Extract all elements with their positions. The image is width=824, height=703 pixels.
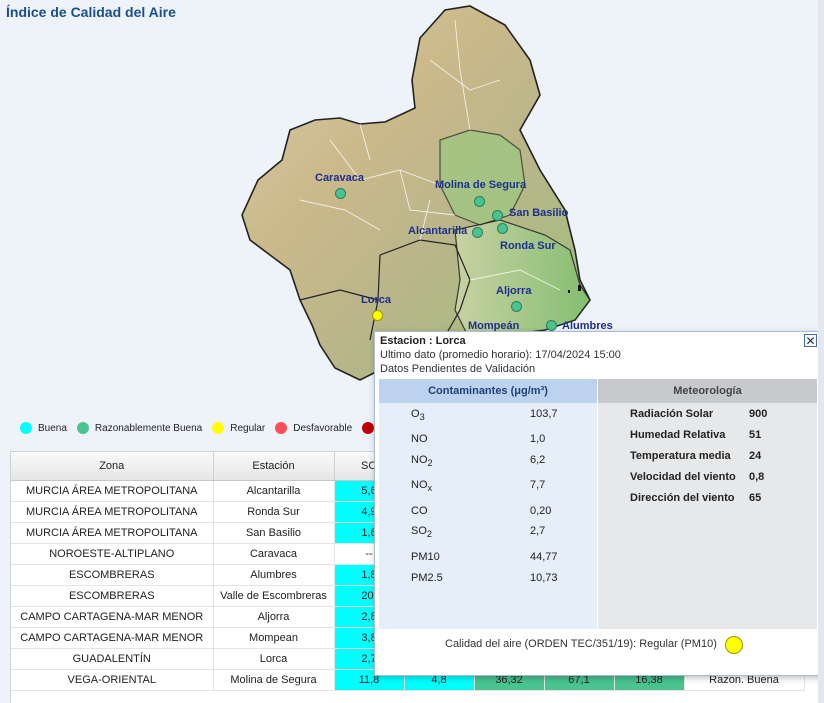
close-button[interactable]: ✕: [804, 334, 817, 347]
pollutant-name: NO2: [411, 454, 433, 469]
station-popup: Estacion : Lorca ✕ Ultimo dato (promedio…: [374, 331, 823, 676]
pollutant-name: O3: [411, 408, 425, 423]
pollutant-value: 1,0: [530, 433, 546, 445]
cell-estacion: Lorca: [213, 648, 335, 670]
cell-estacion: Valle de Escombreras: [213, 585, 335, 607]
legend: Buena Razonablemente Buena Regular Desfa…: [20, 418, 390, 438]
pollutant-name: PM2.5: [411, 572, 443, 584]
popup-station-title: Estacion : Lorca: [380, 335, 466, 347]
legend-item-razonablemente-buena: Razonablemente Buena: [76, 422, 203, 434]
pollutant-value: 6,2: [530, 454, 546, 466]
meteo-value: 0,8: [749, 471, 765, 483]
pollutant-name: PM10: [411, 551, 440, 563]
popup-last-data: Ultimo dato (promedio horario): 17/04/20…: [380, 349, 621, 361]
station-label-caravaca[interactable]: Caravaca: [315, 172, 364, 184]
station-marker-aljorra[interactable]: [511, 301, 522, 312]
legend-swatch-razonablemente-buena: [76, 422, 89, 434]
cell-zona: CAMPO CARTAGENA-MAR MENOR: [11, 627, 214, 649]
pollutant-name: CO: [411, 505, 428, 517]
cell-zona: NOROESTE-ALTIPLANO: [11, 543, 214, 565]
pollutant-value: 2,7: [530, 525, 546, 537]
station-label-ronda-sur[interactable]: Ronda Sur: [500, 240, 556, 252]
legend-swatch-desfavorable: [275, 422, 288, 434]
station-label-lorca[interactable]: Lorca: [361, 294, 391, 306]
station-label-aljorra[interactable]: Aljorra: [496, 285, 531, 297]
cell-zona: MURCIA ÁREA METROPOLITANA: [11, 480, 214, 502]
pollutant-value: 103,7: [530, 408, 558, 420]
air-quality-indicator: [725, 636, 743, 654]
pollutant-name: NOx: [411, 479, 433, 494]
meteo-value: 24: [749, 450, 762, 462]
popup-validation: Datos Pendientes de Validación: [380, 363, 536, 375]
pollutants-panel: Contaminantes (μg/m³) O3 103,7 NO 1,0 NO2 6…: [379, 379, 597, 629]
meteo-name: Dirección del viento: [630, 492, 735, 504]
cell-zona: ESCOMBRERAS: [11, 564, 214, 586]
column-header-estacion[interactable]: Estación: [213, 452, 335, 481]
pollutant-value: 44,77: [530, 551, 558, 563]
station-marker-san-basilio[interactable]: [492, 210, 503, 221]
app-frame: Caravaca Molina de Segura San Basilio Al…: [0, 0, 824, 703]
pollutants-header: Contaminantes (μg/m³): [379, 379, 597, 403]
meteo-value: 51: [749, 429, 762, 441]
cell-estacion: Alumbres: [213, 564, 335, 586]
legend-item-buena: Buena: [20, 422, 67, 434]
meteo-name: Velocidad del viento: [630, 471, 736, 483]
cell-zona: MURCIA ÁREA METROPOLITANA: [11, 522, 214, 544]
station-marker-ronda-sur[interactable]: [497, 223, 508, 234]
cell-zona: ESCOMBRERAS: [11, 585, 214, 607]
cell-zona: MURCIA ÁREA METROPOLITANA: [11, 501, 214, 523]
station-marker-lorca[interactable]: [372, 310, 383, 321]
pollutant-value: 0,20: [530, 505, 552, 517]
meteo-name: Humedad Relativa: [630, 429, 726, 441]
meteo-header: Meteorología: [598, 379, 817, 403]
meteo-name: Temperatura media: [630, 450, 731, 462]
pollutant-value: 7,7: [530, 479, 546, 491]
cell-estacion: Aljorra: [213, 606, 335, 628]
station-label-alcantarilla[interactable]: Alcantarilla: [408, 225, 467, 237]
page-title: Índice de Calidad del Aire: [6, 4, 176, 20]
cell-estacion: Caravaca: [213, 543, 335, 565]
pollutant-name: SO2: [411, 525, 432, 540]
station-label-molina[interactable]: Molina de Segura: [435, 179, 526, 191]
meteo-value: 900: [749, 408, 768, 420]
cell-estacion: Mompean: [213, 627, 335, 649]
meteo-value: 65: [749, 492, 762, 504]
pollutant-value: 10,73: [530, 572, 558, 584]
station-label-san-basilio[interactable]: San Basilio: [509, 207, 568, 219]
cell-estacion: Ronda Sur: [213, 501, 335, 523]
meteo-name: Radiación Solar: [630, 408, 714, 420]
legend-item-regular: Regular: [212, 422, 265, 434]
legend-swatch-muy-desfavorable: [362, 422, 375, 434]
scrollbar[interactable]: [818, 0, 824, 703]
cell-estacion: Alcantarilla: [213, 480, 335, 502]
air-quality-summary: Calidad del aire (ORDEN TEC/351/19): Reg…: [445, 638, 717, 650]
station-marker-caravaca[interactable]: [335, 188, 346, 199]
station-marker-molina[interactable]: [474, 196, 485, 207]
cell-estacion: San Basilio: [213, 522, 335, 544]
legend-swatch-buena: [20, 422, 32, 434]
legend-label: Regular: [230, 422, 266, 434]
cell-zona: VEGA-ORIENTAL: [11, 669, 214, 691]
legend-label: Desfavorable: [293, 422, 353, 434]
cell-zona: CAMPO CARTAGENA-MAR MENOR: [11, 606, 214, 628]
station-marker-alcantarilla[interactable]: [472, 227, 483, 238]
meteo-panel: Meteorología Radiación Solar 900 Humedad …: [598, 379, 817, 629]
station-marker-alumbres[interactable]: [546, 320, 557, 331]
legend-item-desfavorable: Desfavorable: [275, 422, 352, 434]
legend-label: Buena: [38, 422, 67, 434]
cell-zona: GUADALENTÍN: [11, 648, 214, 670]
cell-estacion: Molina de Segura: [213, 669, 335, 691]
pollutant-name: NO: [411, 433, 428, 445]
legend-label: Razonablemente Buena: [94, 422, 203, 434]
column-header-zona[interactable]: Zona: [11, 452, 214, 481]
legend-swatch-regular: [212, 422, 225, 434]
